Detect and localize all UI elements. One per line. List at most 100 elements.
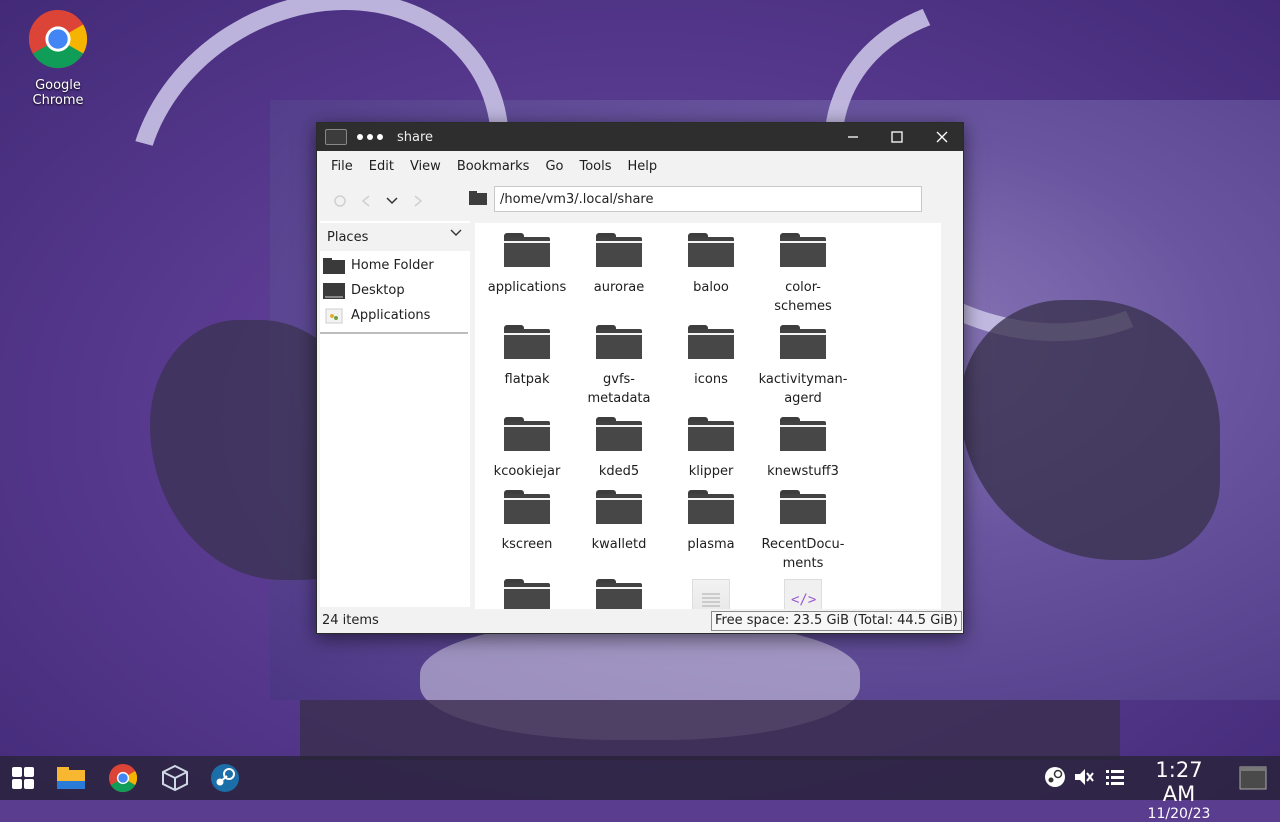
taskbar-chrome[interactable] <box>106 762 140 794</box>
desktop-icon <box>323 282 345 299</box>
reload-button[interactable] <box>327 188 353 214</box>
folder-icon <box>780 490 826 524</box>
folder-icon <box>780 233 826 267</box>
file-item-label: aurorae <box>593 280 645 295</box>
file-item[interactable]: kded5 <box>573 417 665 481</box>
taskbar-file-manager[interactable] <box>54 762 88 794</box>
file-item[interactable]: kscreen <box>481 490 573 554</box>
folder-icon <box>596 490 642 524</box>
text-file-icon <box>692 579 730 609</box>
file-item-label: kwalletd <box>591 537 647 552</box>
file-item[interactable]: klipper <box>665 417 757 481</box>
folder-icon <box>596 325 642 359</box>
file-item-label: RecentDocu- ments <box>761 537 845 571</box>
sidebar-item-label: Applications <box>351 308 431 323</box>
free-space: Free space: 23.5 GiB (Total: 44.5 GiB) <box>711 611 962 631</box>
steam-tray-icon <box>1045 767 1065 787</box>
maximize-icon <box>891 131 903 143</box>
window-app-icon[interactable] <box>325 129 347 145</box>
file-item[interactable]: color- schemes <box>757 233 849 316</box>
file-item[interactable]: gvfs- metadata <box>573 325 665 408</box>
show-desktop-button[interactable] <box>1236 762 1270 794</box>
folder-icon <box>688 417 734 451</box>
tray-steam[interactable] <box>1044 766 1066 792</box>
folder-icon <box>596 233 642 267</box>
file-item-label: kcookiejar <box>493 464 561 479</box>
file-item[interactable]: plasma <box>665 490 757 554</box>
forward-button[interactable] <box>405 188 431 214</box>
menu-bookmarks[interactable]: Bookmarks <box>449 159 538 174</box>
menu-list-icon <box>1106 770 1124 785</box>
places-header[interactable]: Places <box>320 223 470 251</box>
taskbar-steam[interactable] <box>208 762 242 794</box>
menu-help[interactable]: Help <box>620 159 666 174</box>
file-item-label: kactivityman- agerd <box>758 372 848 406</box>
places-list: Home Folder Desktop Applications <box>320 253 468 334</box>
sidebar-item-label: Desktop <box>351 283 405 298</box>
file-item-label: plasma <box>687 537 735 552</box>
history-dropdown-button[interactable] <box>379 188 405 214</box>
show-desktop-icon <box>1239 766 1267 790</box>
menu-file[interactable]: File <box>323 159 361 174</box>
chrome-icon <box>108 763 138 793</box>
menu-edit[interactable]: Edit <box>361 159 402 174</box>
folder-icon <box>688 490 734 524</box>
path-input[interactable]: /home/vm3/.local/share <box>494 186 922 212</box>
status-bar: 24 items Free space: 23.5 GiB (Total: 44… <box>317 609 963 633</box>
desktop-icon-google-chrome[interactable]: Google Chrome <box>8 8 108 108</box>
file-view[interactable]: </> RecentDocu- ments plasma kwalletd kscree… <box>475 223 941 609</box>
minimize-icon <box>848 136 858 138</box>
file-item[interactable]: aurorae <box>573 233 665 297</box>
clock-date: 11/20/23 <box>1147 806 1211 822</box>
file-item[interactable] <box>481 579 573 609</box>
taskbar-virtualbox[interactable] <box>158 762 192 794</box>
file-item[interactable]: applications <box>481 233 573 297</box>
file-item[interactable]: kactivityman- agerd <box>757 325 849 408</box>
folder-icon <box>504 579 550 609</box>
menu-view[interactable]: View <box>402 159 449 174</box>
start-menu-button[interactable] <box>6 762 40 794</box>
maximize-button[interactable] <box>877 123 917 151</box>
file-item[interactable]: </> <box>757 579 849 609</box>
tray-volume[interactable] <box>1073 766 1095 792</box>
back-arrow-icon <box>361 195 370 207</box>
folder-icon <box>504 417 550 451</box>
window-menu-dots[interactable] <box>357 134 383 140</box>
close-button[interactable] <box>922 123 962 151</box>
item-count: 24 items <box>322 613 379 628</box>
folder-icon <box>688 233 734 267</box>
folder-icon <box>596 417 642 451</box>
back-button[interactable] <box>353 188 379 214</box>
sidebar-item-applications[interactable]: Applications <box>320 303 468 328</box>
file-item[interactable] <box>573 579 665 609</box>
folder-icon <box>596 579 642 609</box>
file-item[interactable]: RecentDocu- ments <box>757 490 849 573</box>
window-titlebar[interactable]: share <box>317 123 963 151</box>
file-item[interactable]: knewstuff3 <box>757 417 849 481</box>
minimize-button[interactable] <box>833 123 873 151</box>
tray-menu[interactable] <box>1104 766 1126 792</box>
folder-icon <box>780 417 826 451</box>
sidebar-item-home-folder[interactable]: Home Folder <box>320 253 468 278</box>
file-item[interactable] <box>665 579 757 609</box>
menu-tools[interactable]: Tools <box>571 159 619 174</box>
clock[interactable]: 1:27 AM 11/20/23 <box>1138 758 1220 822</box>
chevron-down-icon <box>386 197 398 205</box>
file-item-label: applications <box>487 280 567 295</box>
file-item-label: icons <box>694 372 728 387</box>
sidebar-item-desktop[interactable]: Desktop <box>320 278 468 303</box>
file-item-label: kded5 <box>598 464 640 479</box>
start-menu-icon <box>12 767 34 789</box>
xml-file-icon: </> <box>784 579 822 609</box>
folder-icon <box>504 233 550 267</box>
file-item[interactable]: baloo <box>665 233 757 297</box>
menu-go[interactable]: Go <box>537 159 571 174</box>
reload-icon <box>334 195 346 207</box>
file-item[interactable]: kcookiejar <box>481 417 573 481</box>
folder-icon <box>780 325 826 359</box>
file-item[interactable]: kwalletd <box>573 490 665 554</box>
window-title: share <box>397 129 434 145</box>
file-manager-window: share File Edit View Bookmarks Go Tools … <box>316 122 964 634</box>
file-item[interactable]: icons <box>665 325 757 389</box>
file-item[interactable]: flatpak <box>481 325 573 389</box>
